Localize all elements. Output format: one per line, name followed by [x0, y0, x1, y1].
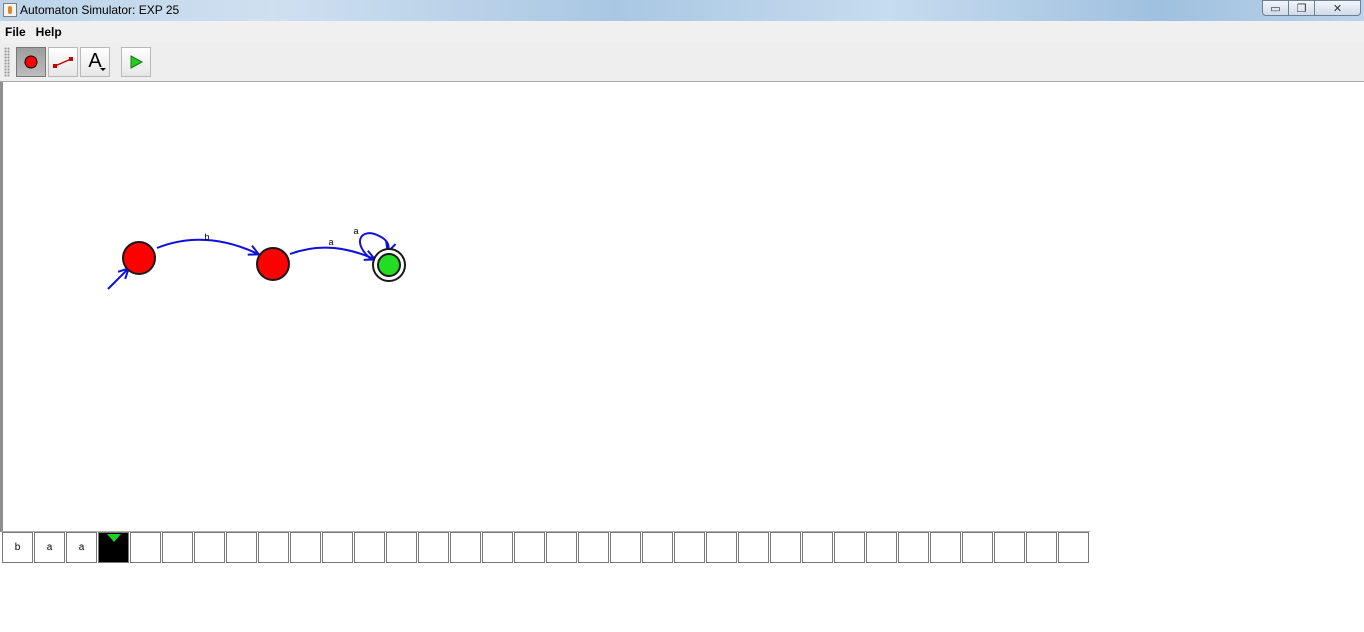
close-button[interactable]: ✕ [1315, 0, 1361, 16]
input-tape: baa [2, 531, 1090, 566]
transition-label-q1-q2: a [328, 237, 333, 247]
restore-icon: ❐ [1296, 2, 1307, 15]
state-q0[interactable] [122, 241, 156, 275]
window-title: Automaton Simulator: EXP 25 [20, 3, 180, 17]
tape-cell-head[interactable] [98, 532, 129, 563]
tape-cell[interactable] [322, 532, 353, 563]
minimize-button[interactable]: ▭ [1262, 0, 1289, 16]
title-bar[interactable]: Automaton Simulator: EXP 25 ▭ ❐ ✕ [0, 0, 1364, 22]
accepting-state-fill [377, 253, 401, 277]
automaton-canvas[interactable]: b a a [0, 82, 1364, 532]
tape-cell[interactable] [866, 532, 897, 563]
tape-cell[interactable]: a [34, 532, 65, 563]
tape-head-marker-icon [107, 534, 121, 542]
tape-cell[interactable] [386, 532, 417, 563]
menu-file[interactable]: File [0, 21, 31, 43]
tape-cell[interactable]: a [66, 532, 97, 563]
tape-cell[interactable] [418, 532, 449, 563]
tape-cell[interactable] [546, 532, 577, 563]
tape-cell[interactable] [354, 532, 385, 563]
minimize-icon: ▭ [1270, 2, 1281, 15]
play-icon [130, 55, 143, 69]
state-q1[interactable] [256, 247, 290, 281]
tape-cell[interactable] [994, 532, 1025, 563]
initial-state-arrow [107, 269, 128, 290]
state-q2[interactable] [372, 248, 406, 282]
tape-cell[interactable] [290, 532, 321, 563]
tape-cell[interactable] [130, 532, 161, 563]
add-state-tool-button[interactable] [16, 47, 46, 77]
transition-label-q0-q1: b [204, 232, 209, 242]
tape-cell[interactable] [770, 532, 801, 563]
menu-bar: File Help [0, 21, 1364, 43]
window-controls: ▭ ❐ ✕ [1262, 0, 1361, 16]
maximize-button[interactable]: ❐ [1289, 0, 1315, 16]
tape-cell[interactable] [834, 532, 865, 563]
tape-cell[interactable] [1058, 532, 1089, 563]
add-transition-tool-button[interactable] [48, 47, 78, 77]
tape-cell[interactable] [930, 532, 961, 563]
tape-cell[interactable] [1026, 532, 1057, 563]
tape-cell[interactable] [226, 532, 257, 563]
tape-cell[interactable] [450, 532, 481, 563]
tape-cell[interactable] [258, 532, 289, 563]
add-label-tool-button[interactable]: A [80, 47, 110, 77]
tape-cell[interactable] [482, 532, 513, 563]
automaton-graph: b a a [107, 226, 406, 290]
tape-cell[interactable] [674, 532, 705, 563]
run-tool-button[interactable] [121, 47, 151, 77]
java-app-icon [3, 3, 17, 17]
tape-cell[interactable] [898, 532, 929, 563]
tape-cell[interactable]: b [2, 532, 33, 563]
toolbar-grip[interactable] [4, 47, 10, 77]
tape-cell[interactable] [162, 532, 193, 563]
tape-cell[interactable] [194, 532, 225, 563]
red-circle-icon [24, 55, 38, 69]
toolbar: A [0, 43, 1364, 82]
close-icon: ✕ [1332, 2, 1343, 15]
tape-cell[interactable] [610, 532, 641, 563]
app-window: Automaton Simulator: EXP 25 ▭ ❐ ✕ File H… [0, 0, 1364, 632]
tape-cell[interactable] [738, 532, 769, 563]
menu-help[interactable]: Help [31, 21, 67, 43]
tape-cell[interactable] [642, 532, 673, 563]
tape-cell[interactable] [802, 532, 833, 563]
tape-cell[interactable] [962, 532, 993, 563]
tape-cell[interactable] [706, 532, 737, 563]
tape-cell[interactable] [578, 532, 609, 563]
tape-cell[interactable] [514, 532, 545, 563]
arrow-line-icon [53, 57, 73, 68]
dropdown-caret-icon [100, 68, 106, 71]
transition-label-q2-q2: a [353, 226, 358, 236]
